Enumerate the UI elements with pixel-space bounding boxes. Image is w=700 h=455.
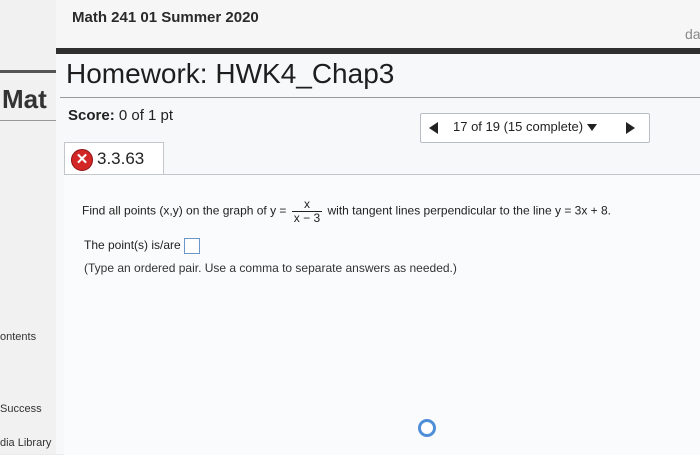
sidebar-item-contents[interactable]: ontents	[0, 331, 36, 343]
score-label: Score:	[68, 107, 115, 124]
question-tab: ✕ 3.3.63	[64, 142, 164, 175]
sidebar-divider	[0, 70, 56, 73]
fraction: x x − 3	[291, 197, 323, 225]
sidebar-brand: Mat	[2, 84, 47, 114]
score-display: Score: 0 of 1 pt	[68, 107, 173, 124]
question-text-after: with tangent lines perpendicular to the …	[327, 203, 612, 218]
score-value: 0 of 1 pt	[118, 107, 174, 124]
answer-input[interactable]	[183, 238, 200, 254]
loading-spinner-icon	[418, 419, 436, 437]
question-navigator: 17 of 19 (15 complete)	[420, 113, 650, 143]
question-number: 3.3.63	[97, 149, 145, 168]
sidebar-item-success[interactable]: Success	[0, 403, 42, 415]
user-name[interactable]: da	[685, 26, 700, 42]
incorrect-icon: ✕	[71, 149, 93, 171]
answer-row: The point(s) is/are	[84, 238, 200, 254]
page-title: Homework: HWK4_Chap3	[66, 58, 395, 89]
question-text-before: Find all points (x,y) on the graph of y …	[82, 203, 287, 218]
chevron-down-icon	[587, 124, 598, 132]
fraction-numerator: x	[303, 197, 310, 211]
answer-label: The point(s) is/are	[84, 238, 181, 253]
sidebar-item-media-library[interactable]: dia Library	[0, 437, 51, 449]
answer-hint: (Type an ordered pair. Use a comma to se…	[84, 261, 457, 275]
sidebar-divider-lower	[0, 120, 56, 121]
question-select[interactable]: 17 of 19 (15 complete)	[453, 119, 598, 134]
previous-question-button[interactable]	[429, 122, 438, 134]
fraction-denominator: x − 3	[291, 211, 323, 225]
question-select-value: 17 of 19 (15 complete)	[453, 119, 584, 134]
title-divider	[60, 97, 700, 98]
sidebar: Mat ontents Success dia Library	[0, 0, 57, 454]
course-title: Math 241 01 Summer 2020	[72, 9, 259, 26]
question-text: Find all points (x,y) on the graph of y …	[82, 198, 611, 225]
next-question-button[interactable]	[626, 122, 635, 134]
